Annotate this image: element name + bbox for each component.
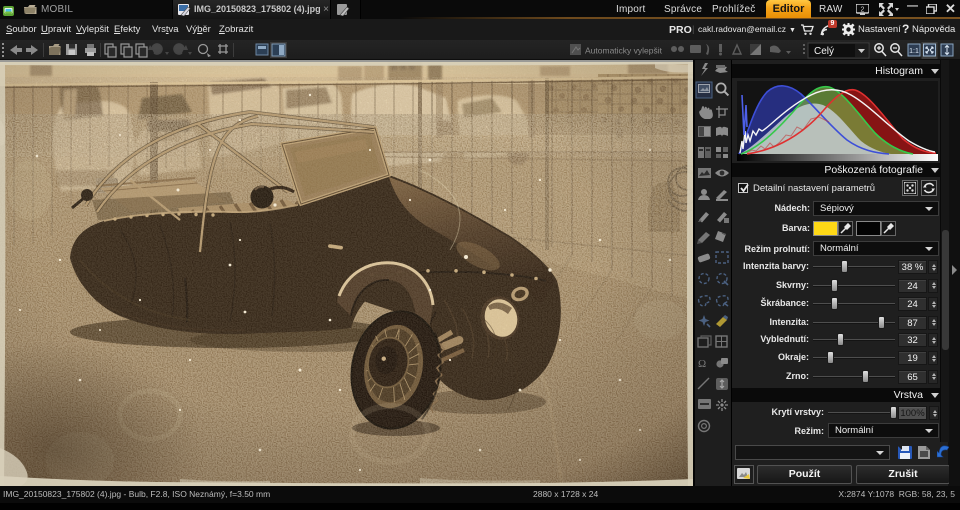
svg-text:2: 2 (861, 7, 865, 14)
svg-text:Ω: Ω (698, 358, 706, 370)
svg-text:Automaticky vylepšit: Automaticky vylepšit (585, 46, 663, 56)
svg-text:Celý: Celý (814, 46, 834, 57)
svg-text:1:1: 1:1 (909, 48, 919, 55)
